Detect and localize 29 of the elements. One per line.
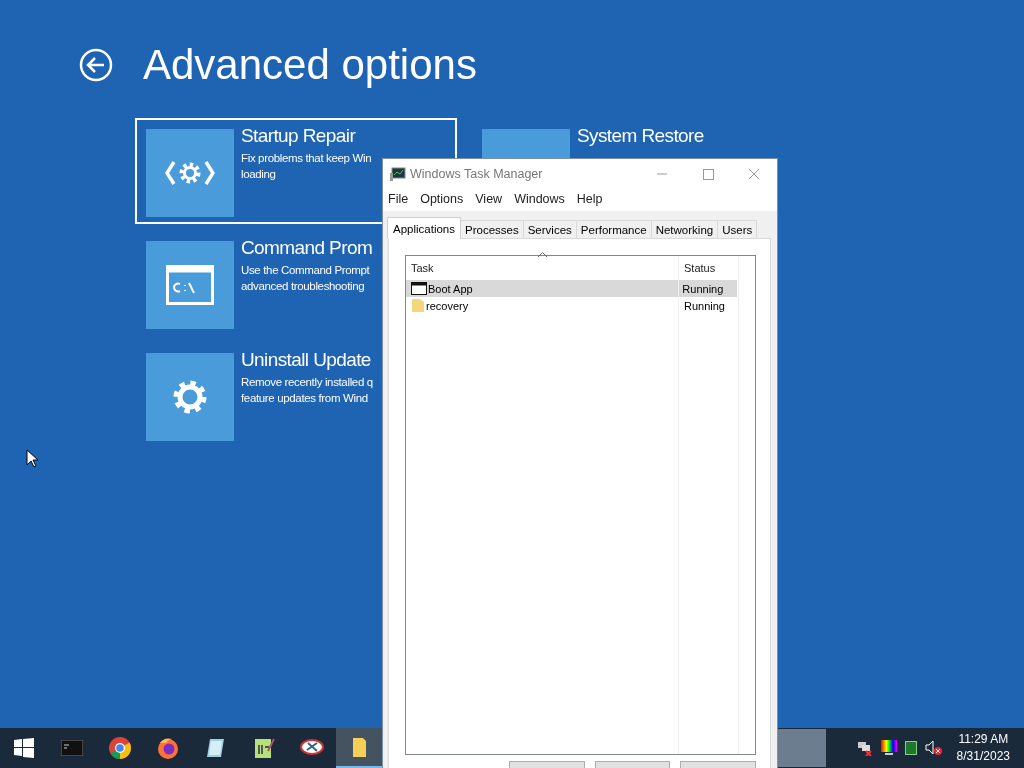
clock-time[interactable]: 11:29 AM (958, 731, 1009, 748)
option-title: Uninstall Update (241, 349, 371, 371)
option-title: System Restore (577, 125, 704, 147)
tab[interactable]: Users (717, 220, 758, 238)
column-header[interactable]: Status (679, 262, 739, 274)
tab[interactable]: Applications (387, 217, 461, 239)
option-tile[interactable]: Uninstall Update Remove recently installed q feature updates from Wind (135, 342, 457, 448)
task-status: Running (681, 282, 725, 295)
option-description: Remove recently installed q (241, 375, 373, 390)
page-title: Advanced options (143, 40, 477, 90)
option-description: Use the Command Prompt (241, 263, 370, 278)
task-name: recovery (426, 299, 469, 312)
option-title: Startup Repair (241, 125, 356, 147)
menu-item[interactable]: Windows (514, 192, 565, 206)
tab[interactable]: Networking (650, 220, 719, 238)
menu-item[interactable]: File (388, 192, 409, 206)
clock-date[interactable]: 8/31/2023 (956, 748, 1010, 765)
task-name: Boot App (428, 282, 473, 295)
option-description: advanced troubleshooting (241, 279, 365, 294)
option-description: loading (241, 167, 276, 182)
column-header[interactable]: Task (406, 262, 679, 274)
option-description: Fix problems that keep Win (241, 151, 372, 166)
menu-item[interactable]: Help (576, 192, 603, 206)
menu-item[interactable]: View (475, 192, 503, 206)
task-row[interactable]: Boot App Running (406, 280, 737, 297)
task-row[interactable]: recovery Running (406, 297, 755, 314)
option-title: Command Prom (241, 237, 373, 259)
task-status: Running (683, 299, 726, 312)
option-description: feature updates from Wind (241, 391, 368, 406)
